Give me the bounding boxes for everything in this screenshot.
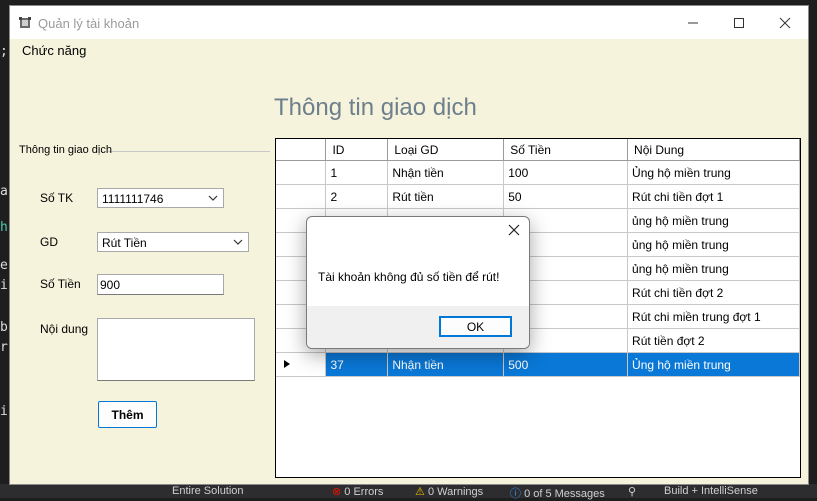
cell-id[interactable]: 1 (325, 160, 389, 185)
table-row-selected[interactable]: 37 Nhận tiền 500 Ủng hộ miền trung (276, 352, 800, 377)
group-title: Thông tin giao dịch (19, 144, 112, 156)
ok-button[interactable]: OK (439, 316, 512, 337)
ide-code-fragment: a (0, 184, 8, 199)
cell-content[interactable]: Ủng hộ miền trung (627, 352, 800, 377)
minimize-icon (688, 22, 698, 23)
window-title: Quản lý tài khoản (38, 16, 140, 31)
error-icon: ⊗ (332, 486, 342, 498)
cell-amount[interactable]: 50 (503, 184, 629, 209)
cell-content[interactable]: ủng hộ miền trung (627, 232, 800, 257)
maximize-button[interactable] (716, 6, 762, 39)
cell-content[interactable]: Rút tiền đợt 2 (627, 328, 800, 353)
table-row[interactable]: 1 Nhận tiền 100 Ủng hộ miền trung (276, 160, 800, 185)
row-header-current[interactable] (276, 352, 327, 377)
close-icon[interactable] (507, 223, 521, 237)
add-button[interactable]: Thêm (98, 401, 157, 428)
cell-content[interactable]: ủng hộ miền trung (627, 256, 800, 281)
row-header[interactable] (276, 184, 327, 209)
content-textarea[interactable] (97, 318, 255, 381)
column-header-content[interactable]: Nội Dung (627, 139, 800, 161)
column-header-amount[interactable]: Số Tiền (503, 139, 629, 161)
chevron-down-icon (233, 239, 243, 245)
column-header-type[interactable]: Loại GD (387, 139, 505, 161)
cell-content[interactable]: Rút chi tiền đợt 2 (627, 280, 800, 305)
message-dialog: Tài khoản không đủ số tiền để rút! OK (306, 216, 530, 349)
ide-status-solution[interactable]: Entire Solution (172, 485, 244, 497)
cell-amount[interactable]: 500 (503, 352, 629, 377)
cell-amount[interactable]: 100 (503, 160, 629, 185)
ide-right-panel (808, 0, 817, 498)
table-header-row: ID Loại GD Số Tiền Nội Dung (276, 139, 800, 161)
row-header[interactable] (276, 160, 327, 185)
ide-code-fragment: r (0, 340, 8, 355)
type-select[interactable]: Rút Tiền (97, 232, 249, 252)
minimize-button[interactable] (670, 6, 716, 39)
ide-code-fragment: i (0, 278, 8, 293)
account-select[interactable]: 1111111746 (97, 188, 224, 208)
amount-input[interactable]: 900 (97, 274, 224, 295)
ide-code-fragment: i (0, 404, 8, 419)
ide-status-build[interactable]: Build + IntelliSense (664, 485, 758, 497)
ide-editor-gutter (0, 0, 10, 498)
maximize-icon (734, 17, 744, 28)
info-icon: ⓘ (510, 488, 521, 500)
column-header-id[interactable]: ID (325, 139, 389, 161)
content-label: Nội dung (40, 322, 89, 336)
message-text: Tài khoản không đủ số tiền để rút! (318, 270, 500, 284)
cell-content[interactable]: ủng hộ miền trung (627, 208, 800, 233)
menu-chuc-nang[interactable]: Chức năng (22, 43, 86, 58)
row-header-corner (276, 139, 327, 161)
account-select-value: 1111111746 (102, 192, 164, 206)
cell-id[interactable]: 37 (325, 352, 389, 377)
cell-type[interactable]: Rút tiền (387, 184, 505, 209)
ide-status-errors[interactable]: ⊗ 0 Errors (332, 485, 383, 498)
cell-type[interactable]: Nhận tiền (387, 160, 505, 185)
ide-code-fragment: e (0, 258, 8, 273)
amount-input-value: 900 (100, 278, 121, 292)
ide-status-messages[interactable]: ⓘ 0 of 5 Messages (510, 485, 605, 501)
filter-icon[interactable]: ⚲ (628, 485, 636, 498)
type-select-value: Rút Tiền (102, 236, 147, 250)
type-label: GD (40, 235, 58, 249)
ide-code-fragment: ; (0, 44, 8, 59)
menu-bar: Chức năng (10, 39, 808, 61)
ide-code-fragment: h (0, 220, 8, 235)
close-icon (779, 17, 791, 28)
account-label: Số TK (40, 191, 74, 205)
title-bar[interactable]: Quản lý tài khoản (10, 6, 808, 39)
ide-code-fragment: b (0, 320, 8, 335)
cell-content[interactable]: Rút chi tiền đợt 1 (627, 184, 800, 209)
ide-status-warnings[interactable]: ⚠ 0 Warnings (415, 485, 483, 498)
cell-type[interactable]: Nhận tiền (387, 352, 505, 377)
ide-status-bar: Entire Solution ⊗ 0 Errors ⚠ 0 Warnings … (0, 484, 817, 501)
cell-content[interactable]: Ủng hộ miền trung (627, 160, 800, 185)
table-row[interactable]: 2 Rút tiền 50 Rút chi tiền đợt 1 (276, 184, 800, 209)
group-divider (108, 151, 270, 152)
page-title: Thông tin giao dịch (274, 94, 477, 121)
chevron-down-icon (208, 195, 218, 201)
cell-content[interactable]: Rút chi miền trung đợt 1 (627, 304, 800, 329)
warning-icon: ⚠ (415, 486, 425, 498)
close-button[interactable] (762, 6, 808, 39)
amount-label: Số Tiền (40, 277, 81, 291)
cell-id[interactable]: 2 (325, 184, 389, 209)
app-icon (19, 17, 31, 28)
current-row-arrow-icon (284, 359, 290, 368)
transaction-form-group: Thông tin giao dịch Số TK 1111111746 GD … (14, 144, 272, 444)
